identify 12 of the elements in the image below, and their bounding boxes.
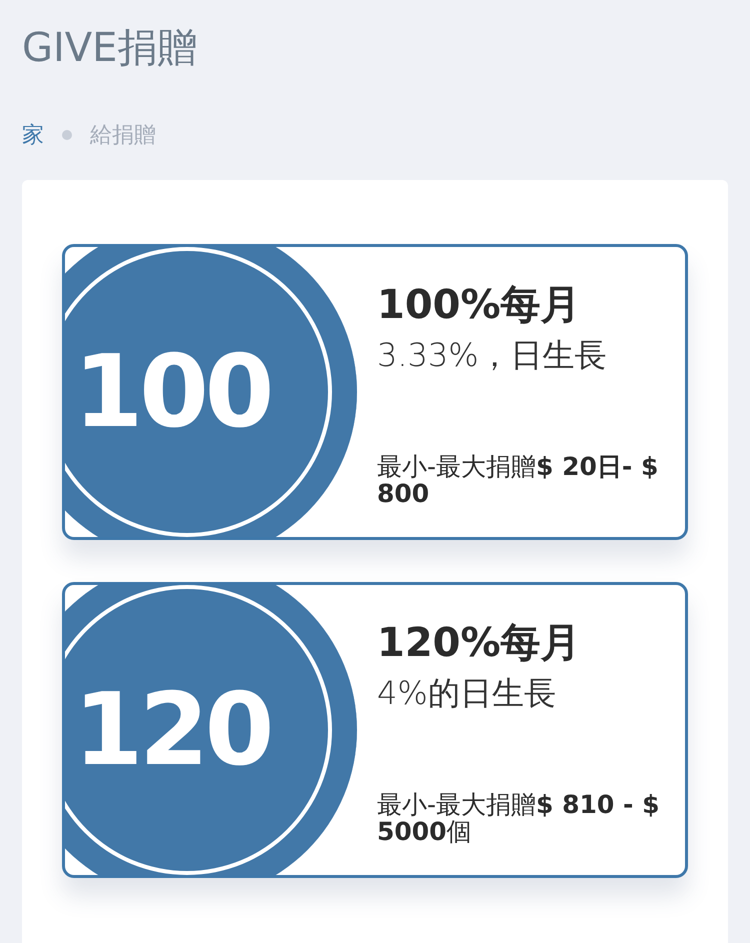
plan-growth: 3.33%，日生長 bbox=[377, 335, 608, 376]
separator-dot-icon bbox=[62, 130, 72, 140]
plan-title: 120%每月 bbox=[377, 619, 582, 668]
breadcrumb-link[interactable]: 家 bbox=[22, 120, 44, 150]
badge-number: 100 bbox=[74, 342, 270, 442]
breadcrumb-current: 給捐贈 bbox=[90, 122, 156, 150]
plan-title: 100%每月 bbox=[377, 281, 582, 330]
plan-range: 最小-最大捐贈$ 20日- $ 800 bbox=[377, 453, 660, 507]
plan-range: 最小-最大捐贈$ 810 - $ 5000個 bbox=[377, 791, 660, 845]
plan-growth: 4%的日生長 bbox=[377, 673, 557, 714]
badge-number: 120 bbox=[74, 680, 270, 780]
page-title: GIVE捐贈 bbox=[22, 24, 198, 73]
